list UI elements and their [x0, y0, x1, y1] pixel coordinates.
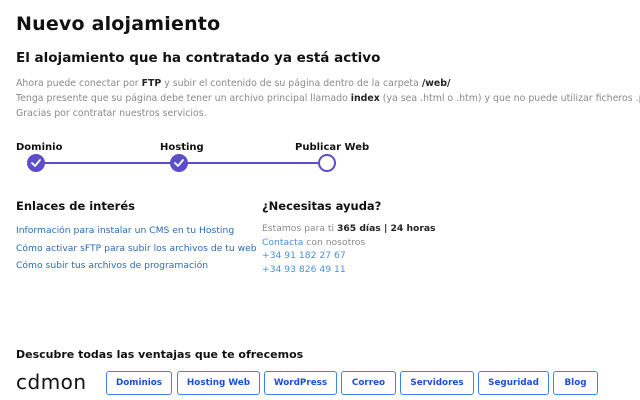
contacta-link[interactable]: Contacta: [262, 237, 303, 248]
nav-button-seguridad[interactable]: Seguridad: [478, 371, 549, 395]
step-label-dominio: Dominio: [16, 142, 63, 153]
nav-button-dominios[interactable]: Dominios: [106, 371, 172, 395]
intro-line-1: Ahora puede conectar por FTP y subir el …: [16, 78, 451, 89]
step-label-publicar-web: Publicar Web: [295, 142, 370, 153]
help-section-title: ¿Necesitas ayuda?: [262, 199, 382, 213]
cdmon-logo[interactable]: cdmon: [16, 370, 102, 398]
phone-2[interactable]: +34 93 826 49 11: [262, 263, 436, 277]
nav-button-blog[interactable]: Blog: [553, 371, 598, 395]
benefits-title: Descubre todas las ventajas que te ofrec…: [16, 348, 304, 361]
nav-button-correo[interactable]: Correo: [341, 371, 396, 395]
help-contact: Contacta con nosotros: [262, 236, 366, 248]
link-activar-sftp[interactable]: Cómo activar sFTP para subir los archivo…: [16, 240, 257, 258]
cdmon-logo-text: cdmon: [16, 372, 87, 394]
page-subtitle: El alojamiento que ha contratado ya está…: [16, 50, 381, 66]
link-cms-hosting[interactable]: Información para instalar un CMS en tu H…: [16, 222, 257, 240]
links-section-title: Enlaces de interés: [16, 199, 135, 213]
nav-button-hosting-web[interactable]: Hosting Web: [177, 371, 260, 395]
intro-line-2: Tenga presente que su página debe tener …: [16, 93, 640, 104]
step-hosting-check-icon: [170, 154, 188, 172]
step-dominio-check-icon: [27, 154, 45, 172]
intro-text: Ahora puede conectar por FTP y subir el …: [16, 76, 640, 121]
step-label-hosting: Hosting: [160, 142, 204, 153]
step-publicar-web-circle-icon: [318, 154, 336, 172]
link-subir-archivos[interactable]: Cómo subir tus archivos de programación: [16, 257, 257, 275]
phone-1[interactable]: +34 91 182 27 67: [262, 249, 436, 263]
links-list: Información para instalar un CMS en tu H…: [16, 222, 257, 275]
intro-line-3: Gracias por contratar nuestros servicios…: [16, 108, 207, 119]
page-title: Nuevo alojamiento: [16, 13, 221, 35]
nav-button-servidores[interactable]: Servidores: [400, 371, 474, 395]
help-hours: Estamos para ti 365 días | 24 horas: [262, 223, 436, 234]
nav-button-wordpress[interactable]: WordPress: [264, 371, 337, 395]
help-info: Estamos para ti 365 días | 24 horas Cont…: [262, 222, 436, 276]
